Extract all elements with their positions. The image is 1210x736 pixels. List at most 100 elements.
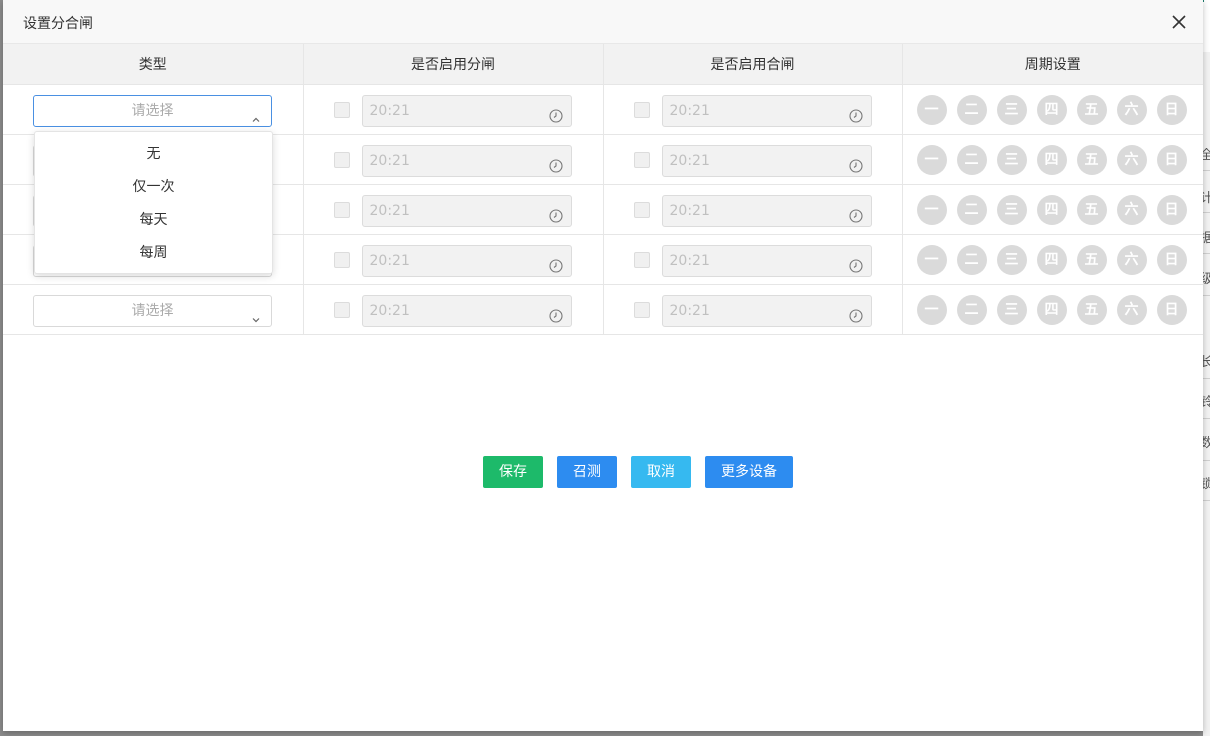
open-time-value: 20:21: [369, 252, 410, 269]
open-enable-checkbox[interactable]: [333, 151, 350, 168]
type-select[interactable]: 请选择: [33, 94, 272, 127]
dialog-header: 设置分合闸: [3, 0, 1203, 44]
table-row: 请选择 20:21 20:21 一二三四五六日: [3, 284, 1203, 335]
weekday-toggle[interactable]: 一: [916, 244, 947, 275]
open-enable-checkbox[interactable]: [333, 301, 350, 318]
weekday-toggle[interactable]: 一: [916, 194, 947, 225]
weekday-toggle[interactable]: 五: [1076, 144, 1107, 175]
weekday-toggle[interactable]: 六: [1116, 244, 1147, 275]
open-time-value: 20:21: [369, 152, 410, 169]
weekday-toggle[interactable]: 日: [1156, 194, 1187, 225]
close-enable-checkbox[interactable]: [633, 201, 650, 218]
clock-icon: [848, 154, 863, 173]
close-icon[interactable]: [1169, 12, 1189, 32]
weekday-selector: 一二三四五六日: [916, 144, 1187, 175]
table-header-row: 类型 是否启用分闸 是否启用合闸 周期设置: [3, 44, 1203, 85]
weekday-toggle[interactable]: 日: [1156, 94, 1187, 125]
close-enable-cell: 20:21: [603, 134, 903, 185]
weekday-toggle[interactable]: 二: [956, 244, 987, 275]
background-page: 全 计 据 级 长 铃 数 锁: [1200, 0, 1210, 736]
close-time-input[interactable]: 20:21: [661, 194, 872, 227]
close-enable-checkbox[interactable]: [633, 151, 650, 168]
weekday-toggle[interactable]: 四: [1036, 144, 1067, 175]
weekday-toggle[interactable]: 一: [916, 144, 947, 175]
clock-icon: [548, 204, 563, 223]
weekday-toggle[interactable]: 六: [1116, 144, 1147, 175]
close-time-input[interactable]: 20:21: [661, 294, 872, 327]
open-enable-checkbox[interactable]: [333, 251, 350, 268]
dropdown-option-weekly[interactable]: 每周: [35, 237, 272, 270]
more-devices-button[interactable]: 更多设备: [705, 456, 793, 488]
weekday-toggle[interactable]: 一: [916, 94, 947, 125]
weekday-toggle[interactable]: 三: [996, 144, 1027, 175]
close-time-value: 20:21: [669, 252, 710, 269]
weekday-toggle[interactable]: 五: [1076, 244, 1107, 275]
weekday-toggle[interactable]: 六: [1116, 194, 1147, 225]
clock-icon: [548, 304, 563, 323]
clock-icon: [848, 254, 863, 273]
close-time-value: 20:21: [669, 102, 710, 119]
weekday-toggle[interactable]: 四: [1036, 294, 1067, 325]
weekday-toggle[interactable]: 一: [916, 294, 947, 325]
open-time-input[interactable]: 20:21: [361, 94, 572, 127]
weekday-toggle[interactable]: 三: [996, 194, 1027, 225]
weekday-selector: 一二三四五六日: [916, 94, 1187, 125]
close-time-input[interactable]: 20:21: [661, 244, 872, 277]
weekday-toggle[interactable]: 六: [1116, 294, 1147, 325]
call-test-button[interactable]: 召测: [557, 456, 617, 488]
column-header-open-enabled: 是否启用分闸: [303, 44, 604, 85]
weekday-toggle[interactable]: 三: [996, 294, 1027, 325]
weekday-toggle[interactable]: 三: [996, 94, 1027, 125]
open-time-input[interactable]: 20:21: [361, 244, 572, 277]
close-enable-checkbox[interactable]: [633, 251, 650, 268]
clock-icon: [848, 104, 863, 123]
weekday-toggle[interactable]: 五: [1076, 94, 1107, 125]
background-divider: [1203, 460, 1210, 461]
open-time-input[interactable]: 20:21: [361, 294, 572, 327]
save-button[interactable]: 保存: [483, 456, 543, 488]
dropdown-option-none[interactable]: 无: [35, 138, 272, 171]
weekday-toggle[interactable]: 四: [1036, 94, 1067, 125]
close-enable-checkbox[interactable]: [633, 101, 650, 118]
close-time-input[interactable]: 20:21: [661, 144, 872, 177]
clock-icon: [548, 104, 563, 123]
cancel-button[interactable]: 取消: [631, 456, 691, 488]
weekday-toggle[interactable]: 四: [1036, 244, 1067, 275]
weekday-toggle[interactable]: 五: [1076, 194, 1107, 225]
cycle-cell: 一二三四五六日: [902, 284, 1203, 335]
weekday-toggle[interactable]: 三: [996, 244, 1027, 275]
background-divider: [1203, 212, 1210, 213]
open-enable-checkbox[interactable]: [333, 201, 350, 218]
weekday-toggle[interactable]: 日: [1156, 294, 1187, 325]
close-enable-cell: 20:21: [603, 184, 903, 235]
weekday-toggle[interactable]: 二: [956, 94, 987, 125]
background-divider: [1203, 253, 1210, 254]
dropdown-option-once[interactable]: 仅一次: [35, 171, 272, 204]
close-enable-checkbox[interactable]: [633, 301, 650, 318]
weekday-toggle[interactable]: 二: [956, 294, 987, 325]
open-enable-cell: 20:21: [303, 234, 604, 285]
weekday-toggle[interactable]: 二: [956, 144, 987, 175]
weekday-toggle[interactable]: 日: [1156, 244, 1187, 275]
background-divider: [1203, 378, 1210, 379]
close-time-value: 20:21: [669, 202, 710, 219]
type-select[interactable]: 请选择: [33, 294, 272, 327]
open-time-input[interactable]: 20:21: [361, 194, 572, 227]
chevron-down-icon: [251, 306, 261, 322]
column-header-close-enabled: 是否启用合闸: [603, 44, 903, 85]
weekday-toggle[interactable]: 四: [1036, 194, 1067, 225]
weekday-toggle[interactable]: 五: [1076, 294, 1107, 325]
open-time-value: 20:21: [369, 202, 410, 219]
open-enable-checkbox[interactable]: [333, 101, 350, 118]
open-time-value: 20:21: [369, 302, 410, 319]
type-cell: 请选择: [3, 84, 304, 135]
weekday-toggle[interactable]: 日: [1156, 144, 1187, 175]
background-divider: [1203, 418, 1210, 419]
weekday-toggle[interactable]: 二: [956, 194, 987, 225]
close-enable-cell: 20:21: [603, 284, 903, 335]
open-time-input[interactable]: 20:21: [361, 144, 572, 177]
dialog-title: 设置分合闸: [23, 16, 93, 32]
close-time-input[interactable]: 20:21: [661, 94, 872, 127]
dropdown-option-daily[interactable]: 每天: [35, 204, 272, 237]
weekday-toggle[interactable]: 六: [1116, 94, 1147, 125]
